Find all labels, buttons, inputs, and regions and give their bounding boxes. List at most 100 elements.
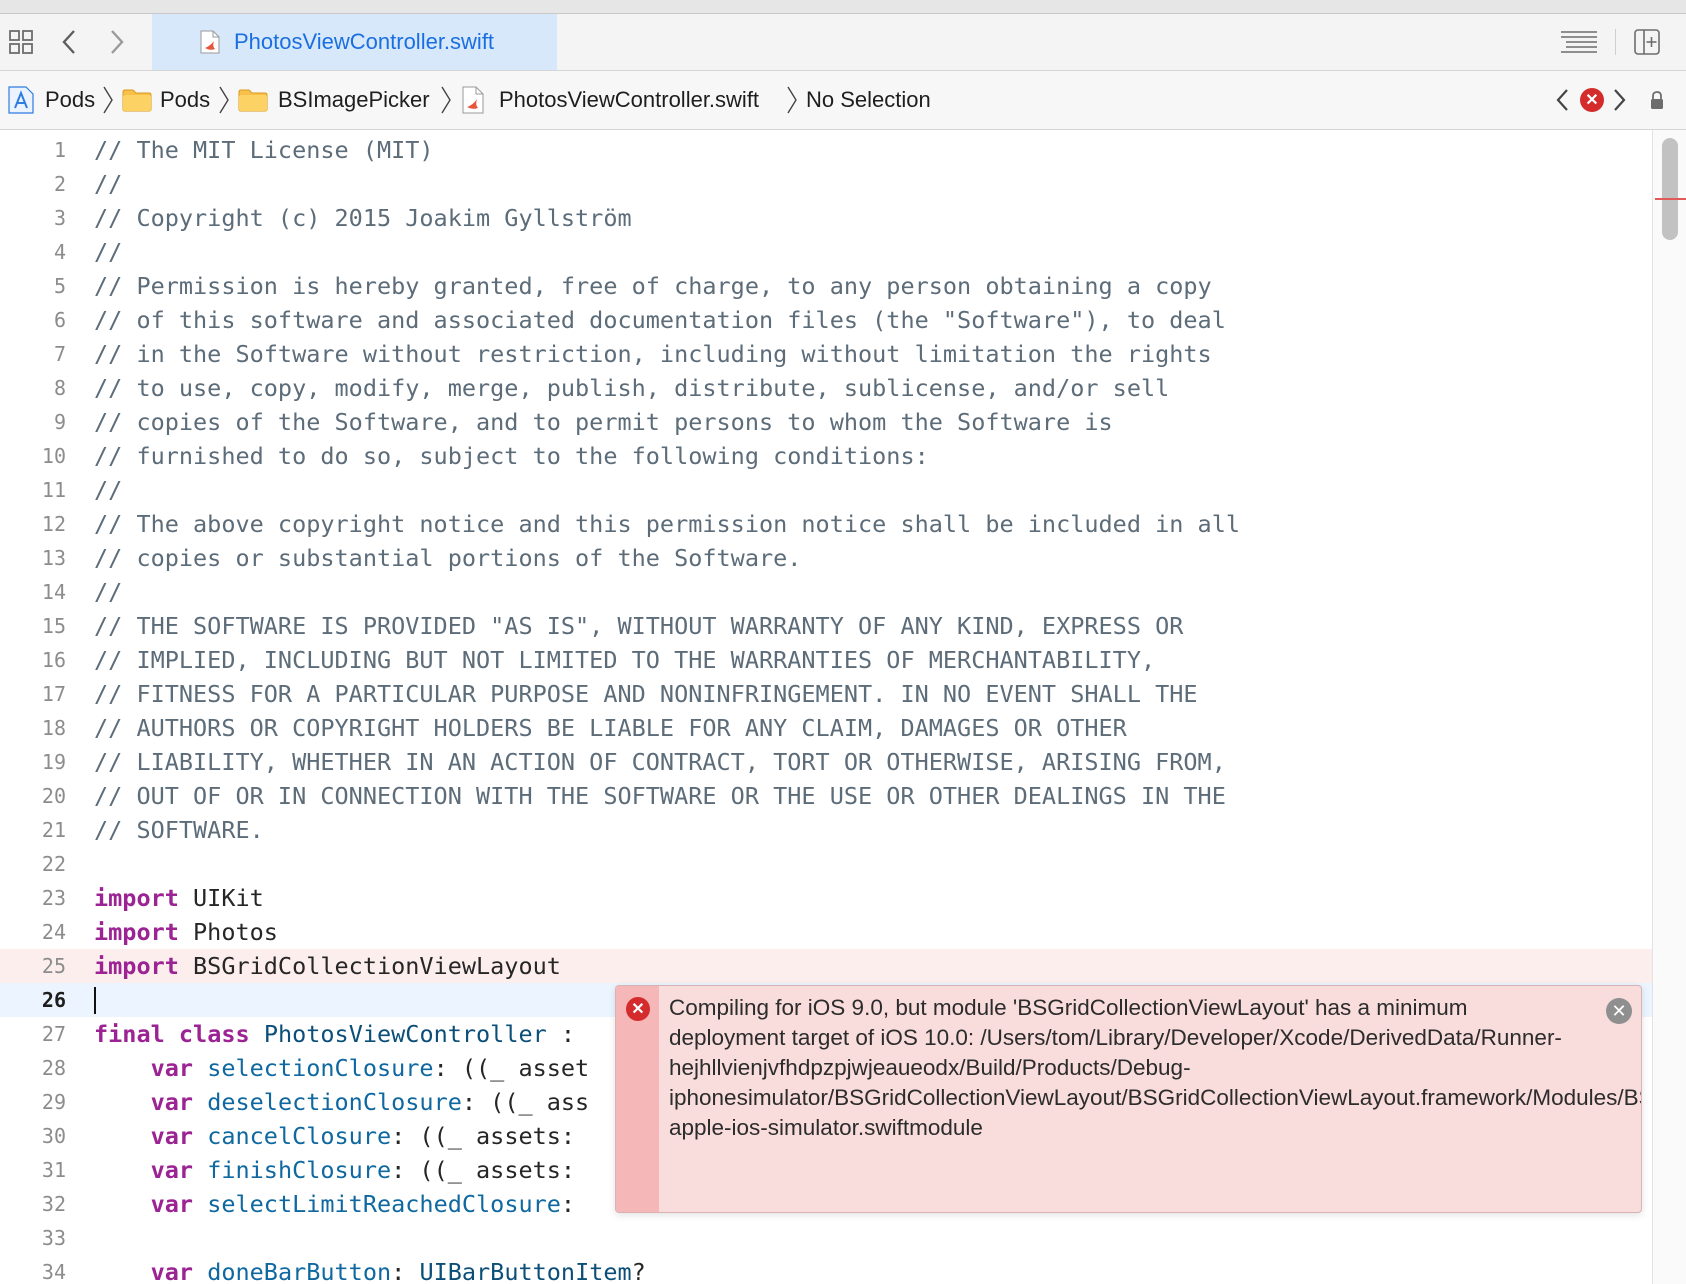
code-text: // FITNESS FOR A PARTICULAR PURPOSE AND … <box>94 680 1198 708</box>
code-line[interactable]: 7 // in the Software without restriction,… <box>0 337 1652 371</box>
editor-options-icon[interactable] <box>1558 14 1600 70</box>
code-text: var finishClosure: ((_ assets: <box>150 1156 576 1184</box>
code-text: var doneBarButton: UIBarButtonItem? <box>150 1258 646 1284</box>
line-number: 21 <box>41 818 66 842</box>
code-text: // LIABILITY, WHETHER IN AN ACTION OF CO… <box>94 748 1226 776</box>
line-number: 11 <box>41 478 66 502</box>
code-text: // AUTHORS OR COPYRIGHT HOLDERS BE LIABL… <box>94 714 1127 742</box>
breadcrumb-item-project[interactable]: Pods <box>8 71 95 129</box>
code-line[interactable]: 17 // FITNESS FOR A PARTICULAR PURPOSE AN… <box>0 677 1652 711</box>
code-line[interactable]: 5 // Permission is hereby granted, free o… <box>0 269 1652 303</box>
code-text: // copies of the Software, and to permit… <box>94 408 1113 436</box>
next-issue-icon[interactable] <box>1608 72 1632 128</box>
code-line[interactable]: 2 // <box>0 167 1652 201</box>
line-number: 25 <box>41 954 66 978</box>
line-number: 20 <box>41 784 66 808</box>
code-line[interactable]: 9 // copies of the Software, and to permi… <box>0 405 1652 439</box>
code-line[interactable]: 11 // <box>0 473 1652 507</box>
line-number: 28 <box>41 1056 66 1080</box>
code-line[interactable]: 10 // furnished to do so, subject to the … <box>0 439 1652 473</box>
code-text: // <box>94 578 123 606</box>
line-number: 5 <box>53 274 66 298</box>
breadcrumb-item-pods-folder[interactable]: Pods <box>122 71 210 129</box>
code-line[interactable]: 34 var doneBarButton: UIBarButtonItem? <box>0 1255 1652 1284</box>
code-text: // furnished to do so, subject to the fo… <box>94 442 929 470</box>
code-line[interactable]: 33 <box>0 1221 1652 1255</box>
vertical-scrollbar[interactable] <box>1652 130 1686 1284</box>
code-line[interactable]: 6 // of this software and associated docu… <box>0 303 1652 337</box>
code-text: import BSGridCollectionViewLayout <box>94 952 561 980</box>
code-text: // The MIT License (MIT) <box>94 136 434 164</box>
line-number: 10 <box>41 444 66 468</box>
code-line[interactable]: 3 // Copyright (c) 2015 Joakim Gyllström <box>0 201 1652 235</box>
related-items-icon[interactable] <box>4 14 38 70</box>
code-line[interactable]: 13 // copies or substantial portions of t… <box>0 541 1652 575</box>
line-number: 12 <box>41 512 66 536</box>
project-icon <box>8 86 34 114</box>
code-line[interactable]: 1 // The MIT License (MIT) <box>0 133 1652 167</box>
chevron-right-icon <box>103 86 113 114</box>
lock-icon[interactable] <box>1645 72 1669 128</box>
code-line[interactable]: 14 // <box>0 575 1652 609</box>
code-text: // <box>94 476 123 504</box>
breadcrumb-label: Pods <box>45 87 96 112</box>
back-icon[interactable] <box>54 14 84 70</box>
code-line[interactable]: 20 // OUT OF OR IN CONNECTION WITH THE SO… <box>0 779 1652 813</box>
line-number: 8 <box>53 376 66 400</box>
code-line[interactable]: 4 // <box>0 235 1652 269</box>
code-text: // in the Software without restriction, … <box>94 340 1212 368</box>
code-text: // THE SOFTWARE IS PROVIDED "AS IS", WIT… <box>94 612 1184 640</box>
code-line[interactable]: 12 // The above copyright notice and this… <box>0 507 1652 541</box>
code-line[interactable]: 22 <box>0 847 1652 881</box>
scrollbar-thumb[interactable] <box>1662 138 1678 240</box>
code-text: var deselectionClosure: ((_ ass <box>150 1088 590 1116</box>
breadcrumb-label: PhotosViewController.swift <box>499 87 760 112</box>
code-text: // <box>94 238 123 266</box>
add-editor-icon[interactable] <box>1630 14 1664 70</box>
tab-photosviewcontroller[interactable]: PhotosViewController.swift <box>152 14 557 70</box>
line-number: 2 <box>53 172 66 196</box>
chevron-right-icon <box>219 86 229 114</box>
line-number: 3 <box>53 206 66 230</box>
code-text: import UIKit <box>94 884 264 912</box>
tab-bar: PhotosViewController.swift <box>0 14 1686 71</box>
breadcrumb-item-bsimagepicker[interactable]: BSImagePicker <box>238 71 430 129</box>
previous-issue-icon[interactable] <box>1550 72 1574 128</box>
line-number: 15 <box>41 614 66 638</box>
code-line[interactable]: 19 // LIABILITY, WHETHER IN AN ACTION OF … <box>0 745 1652 779</box>
code-line[interactable]: 15 // THE SOFTWARE IS PROVIDED "AS IS", W… <box>0 609 1652 643</box>
code-text: var selectLimitReachedClosure: <box>150 1190 576 1218</box>
code-line[interactable]: 25 import BSGridCollectionViewLayout <box>0 949 1652 983</box>
line-number: 34 <box>41 1260 66 1284</box>
line-number: 29 <box>41 1090 66 1114</box>
line-number: 18 <box>41 716 66 740</box>
code-line[interactable]: 23 import UIKit <box>0 881 1652 915</box>
code-line[interactable]: 18 // AUTHORS OR COPYRIGHT HOLDERS BE LIA… <box>0 711 1652 745</box>
forward-icon[interactable] <box>102 14 132 70</box>
code-text: var cancelClosure: ((_ assets: <box>150 1122 576 1150</box>
error-gutter: ✕ <box>616 986 659 1212</box>
error-marker <box>1655 198 1686 200</box>
line-number: 9 <box>53 410 66 434</box>
breadcrumb-item-swift-file[interactable]: PhotosViewController.swift <box>462 71 759 129</box>
code-line[interactable]: 24 import Photos <box>0 915 1652 949</box>
code-line[interactable]: 21 // SOFTWARE. <box>0 813 1652 847</box>
breadcrumb-label: BSImagePicker <box>278 87 430 112</box>
breadcrumb-label: No Selection <box>806 87 931 112</box>
tab-title: PhotosViewController.swift <box>234 29 495 54</box>
line-number: 7 <box>53 342 66 366</box>
line-number: 19 <box>41 750 66 774</box>
code-text: final class PhotosViewController : <box>94 1020 576 1048</box>
chevron-right-icon <box>441 86 451 114</box>
line-number: 31 <box>41 1158 66 1182</box>
error-message: Compiling for iOS 9.0, but module 'BSGri… <box>669 995 1641 1140</box>
code-line[interactable]: 16 // IMPLIED, INCLUDING BUT NOT LIMITED … <box>0 643 1652 677</box>
line-number: 22 <box>41 852 66 876</box>
code-text: // Copyright (c) 2015 Joakim Gyllström <box>94 204 632 232</box>
error-icon[interactable]: ✕ <box>1578 72 1606 128</box>
code-line[interactable]: 8 // to use, copy, modify, merge, publish… <box>0 371 1652 405</box>
window-top-edge <box>0 0 1686 14</box>
line-number: 17 <box>41 682 66 706</box>
breadcrumb-item-no-selection[interactable]: No Selection <box>806 71 931 129</box>
close-icon[interactable]: ✕ <box>1606 998 1632 1024</box>
